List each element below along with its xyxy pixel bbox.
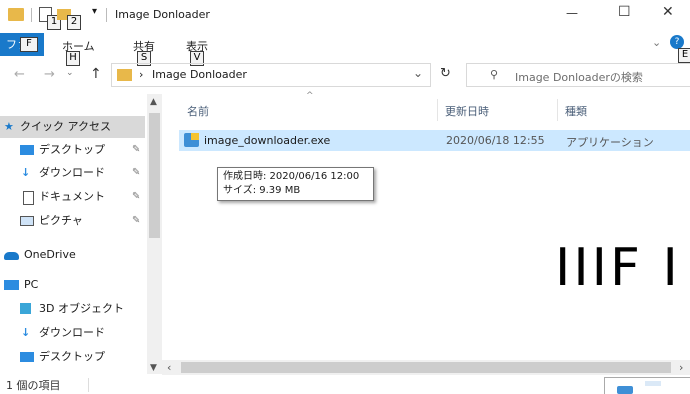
qat-keytip-2: 2 — [67, 15, 81, 30]
nav-label: デスクトップ — [39, 143, 105, 156]
download-icon: ↓ — [21, 166, 31, 179]
status-item-count: 1 個の項目 — [6, 379, 61, 392]
recent-locations-icon[interactable]: ⌄ — [66, 68, 74, 78]
background-window-corner — [604, 377, 690, 394]
ribbon-expand-icon[interactable]: ⌄ — [652, 36, 661, 49]
desktop-icon — [20, 352, 34, 362]
scroll-left-icon[interactable]: ‹ — [167, 361, 171, 374]
folder-icon — [8, 8, 24, 21]
nav-label: デスクトップ — [39, 350, 105, 363]
nav-label: ダウンロード — [39, 166, 105, 179]
download-icon: ↓ — [21, 326, 31, 339]
nav-label: 3D オブジェクト — [39, 302, 124, 315]
maximize-button[interactable]: ☐ — [618, 4, 631, 20]
nav-scroll-up-icon[interactable]: ▲ — [150, 97, 157, 107]
window-thumbnail-icon — [617, 386, 633, 394]
document-icon — [23, 191, 34, 205]
file-name: image_downloader.exe — [204, 134, 331, 147]
nav-downloads[interactable]: ↓ ダウンロード — [0, 322, 145, 344]
cube-icon — [20, 303, 31, 314]
star-icon: ★ — [4, 120, 14, 133]
column-header-type[interactable]: 種類 — [565, 103, 587, 119]
nav-label: OneDrive — [24, 248, 76, 261]
nav-label: クイック アクセス — [20, 120, 111, 133]
nav-pc[interactable]: PC — [0, 274, 145, 296]
tooltip-created: 作成日時: 2020/06/16 12:00 — [223, 171, 360, 182]
file-type: アプリケーション — [566, 136, 654, 149]
nav-downloads-pinned[interactable]: ↓ ダウンロード ✎ — [0, 162, 145, 184]
pin-icon[interactable]: ✎ — [132, 162, 140, 184]
pin-icon[interactable]: ✎ — [132, 139, 140, 161]
forward-button[interactable]: → — [44, 67, 55, 82]
nav-label: ダウンロード — [39, 326, 105, 339]
pin-icon[interactable]: ✎ — [132, 186, 140, 208]
application-icon — [184, 133, 199, 147]
qat-dropdown-icon[interactable]: ▾ — [92, 6, 97, 17]
column-header-name[interactable]: 名前 — [187, 103, 209, 119]
pictures-icon — [20, 216, 34, 226]
address-bar[interactable]: › Image Donloader ⌄ — [111, 63, 431, 87]
file-tooltip: 作成日時: 2020/06/16 12:00 サイズ: 9.39 MB — [217, 167, 374, 201]
file-keytip: F — [20, 37, 38, 52]
nav-desktop-pinned[interactable]: デスクトップ ✎ — [0, 139, 145, 161]
separator — [106, 8, 107, 22]
nav-scrollbar-thumb[interactable] — [149, 113, 160, 238]
back-button[interactable]: ← — [14, 67, 25, 82]
nav-onedrive[interactable]: OneDrive — [0, 244, 145, 266]
breadcrumb[interactable]: Image Donloader — [152, 68, 247, 81]
nav-label: ドキュメント — [39, 190, 105, 203]
refresh-button[interactable]: ↻ — [440, 66, 451, 81]
minimize-button[interactable]: — — [566, 6, 578, 20]
ribbon — [0, 31, 690, 58]
window-title: Image Donloader — [115, 8, 210, 21]
nav-documents-pinned[interactable]: ドキュメント ✎ — [0, 186, 145, 208]
content-scrollbar-thumb[interactable] — [181, 362, 671, 373]
nav-scroll-down-icon[interactable]: ▼ — [150, 363, 157, 373]
folder-icon — [117, 69, 132, 81]
help-icon[interactable]: ? — [670, 35, 684, 49]
pc-icon — [4, 280, 19, 290]
column-divider[interactable] — [437, 99, 438, 121]
up-button[interactable]: ↑ — [90, 66, 102, 82]
separator — [31, 8, 32, 22]
nav-pictures-pinned[interactable]: ピクチャ ✎ — [0, 210, 145, 232]
desktop-icon — [20, 145, 34, 155]
address-dropdown-icon[interactable]: ⌄ — [413, 66, 423, 80]
application-icon-badge — [191, 133, 199, 140]
close-button[interactable]: ✕ — [662, 4, 674, 20]
sort-ascending-icon: ^ — [306, 91, 314, 101]
scroll-right-icon[interactable]: › — [679, 361, 683, 374]
breadcrumb-chevron-icon[interactable]: › — [139, 68, 143, 81]
background-window-text: IIIF I — [555, 238, 681, 298]
window-thumbnail-icon — [645, 381, 661, 386]
nav-label: PC — [24, 278, 39, 291]
column-header-modified[interactable]: 更新日時 — [445, 103, 489, 119]
nav-3d-objects[interactable]: 3D オブジェクト — [0, 298, 145, 320]
column-divider[interactable] — [557, 99, 558, 121]
search-placeholder: Image Donloaderの検索 — [515, 71, 643, 84]
search-input[interactable]: ⚲ Image Donloaderの検索 — [466, 63, 690, 87]
title-bar — [0, 0, 690, 31]
nav-label: ピクチャ — [39, 214, 83, 227]
cloud-icon — [4, 252, 19, 260]
nav-quick-access[interactable]: ★ クイック アクセス — [0, 116, 145, 138]
nav-desktop[interactable]: デスクトップ — [0, 346, 145, 368]
pin-icon[interactable]: ✎ — [132, 210, 140, 232]
file-modified: 2020/06/18 12:55 — [446, 134, 545, 147]
status-separator — [88, 378, 89, 392]
table-row[interactable]: image_downloader.exe 2020/06/18 12:55 アプ… — [179, 130, 690, 151]
search-icon: ⚲ — [490, 68, 499, 81]
tooltip-size: サイズ: 9.39 MB — [223, 185, 301, 196]
